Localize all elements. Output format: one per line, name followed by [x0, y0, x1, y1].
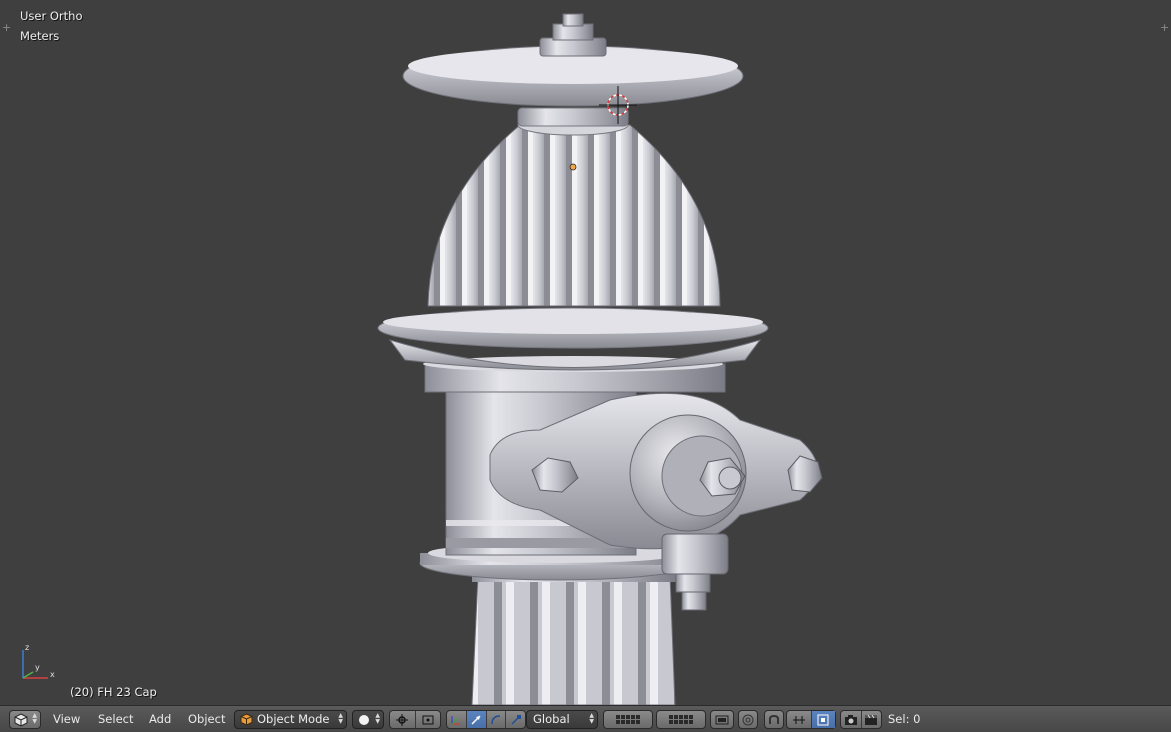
translate-arrow-icon[interactable] — [466, 711, 487, 728]
fire-hydrant-model[interactable] — [0, 0, 1171, 705]
clapper-render-icon[interactable] — [862, 711, 882, 728]
orientation-label: Global — [533, 712, 570, 726]
solid-shading-icon — [359, 715, 369, 725]
transform-manipulator-icon[interactable] — [447, 711, 467, 728]
orientation-select[interactable]: Global ▲ ▼ — [526, 710, 598, 729]
snap-mode-icon[interactable] — [787, 711, 812, 728]
viewport-shading-select[interactable]: ▲ ▼ — [352, 710, 384, 729]
snap-target-icon[interactable] — [811, 711, 835, 728]
menu-view[interactable]: View — [53, 712, 80, 726]
axis-z-label: z — [25, 643, 29, 652]
axis-x-label: x — [50, 670, 55, 679]
menu-add[interactable]: Add — [149, 712, 171, 726]
dropdown-arrows-icon: ▲ ▼ — [32, 712, 37, 725]
selection-count: Sel: 0 — [888, 712, 921, 726]
menu-object[interactable]: Object — [188, 712, 225, 726]
layer-grid-right[interactable] — [656, 710, 706, 729]
pivot-point-group — [389, 710, 441, 729]
manipulator-group — [446, 710, 526, 729]
mode-select[interactable]: Object Mode ▲ ▼ — [234, 710, 347, 729]
dropdown-arrows-icon: ▲ ▼ — [375, 712, 380, 725]
pivot-point-icon[interactable] — [390, 711, 416, 728]
camera-render-icon[interactable] — [841, 711, 862, 728]
snap-options-group — [786, 710, 836, 729]
dropdown-arrows-icon: ▲ ▼ — [589, 712, 594, 725]
menu-select[interactable]: Select — [98, 712, 133, 726]
3d-viewport[interactable]: User Ortho Meters + + z x y (20) FH 23 C… — [0, 0, 1171, 705]
viewport-header: ▲ ▼ View Select Add Object Object Mode ▲ ▼… — [0, 705, 1171, 732]
lock-camera-button[interactable] — [710, 710, 734, 729]
blender-window: User Ortho Meters + + z x y (20) FH 23 C… — [0, 0, 1171, 732]
proportional-edit-button[interactable] — [738, 710, 758, 729]
manipulate-center-points-icon[interactable] — [416, 711, 441, 728]
rotate-icon[interactable] — [487, 711, 507, 728]
active-object-label: (20) FH 23 Cap — [70, 685, 157, 699]
snap-toggle-button[interactable] — [764, 710, 784, 729]
dropdown-arrows-icon: ▲ ▼ — [338, 712, 343, 725]
3d-view-icon — [14, 713, 28, 727]
layer-grid-icon — [657, 711, 705, 728]
axis-gizmo-icon: z x y — [22, 643, 55, 679]
layer-grid-left[interactable] — [603, 710, 653, 729]
snap-element-icon — [769, 714, 779, 724]
proportional-edit-icon — [742, 714, 754, 726]
editor-type-button[interactable]: ▲ ▼ — [9, 710, 41, 729]
layer-lock-icon — [715, 715, 729, 725]
layer-grid-icon — [604, 711, 652, 728]
render-group — [840, 710, 882, 729]
axis-y-label: y — [35, 663, 40, 672]
cube-orange-icon — [240, 713, 253, 726]
scale-icon[interactable] — [506, 711, 525, 728]
mode-label: Object Mode — [257, 712, 330, 726]
